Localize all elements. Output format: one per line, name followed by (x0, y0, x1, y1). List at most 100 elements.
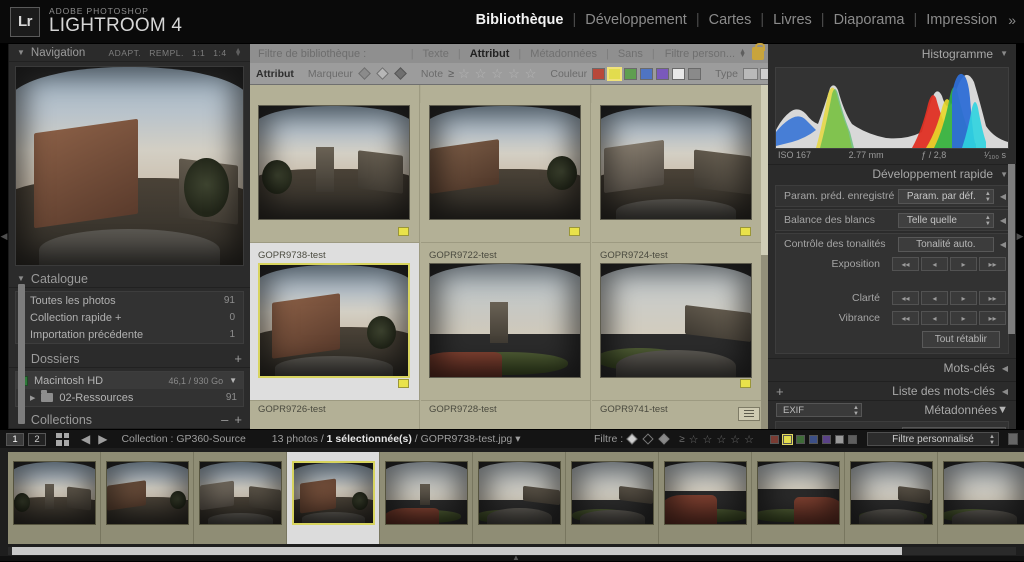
grid-cell[interactable] (250, 85, 420, 243)
color-swatch-blue[interactable] (640, 67, 654, 80)
chevron-left-icon[interactable]: ◀ (1002, 364, 1008, 373)
preset-row[interactable]: Param. préd. enregistré Param. par déf. … (776, 186, 1008, 206)
exposure-big-right-button[interactable]: ▸▸ (979, 257, 1006, 271)
chevron-left-icon[interactable]: ◀ (1000, 216, 1006, 225)
vibrance-left-button[interactable]: ◂ (921, 311, 948, 325)
folder-row[interactable]: ▶ 02-Ressources 91 (16, 389, 243, 406)
catalogue-row-all-photos[interactable]: Toutes les photos 91 (16, 292, 243, 309)
zoom-stepper-icon[interactable]: ▲ ▼ (235, 47, 242, 58)
metadata-panel-header[interactable]: EXIF ▲ ▼ Métadonnées ▼ (768, 400, 1016, 419)
filmstrip-thumbnail[interactable] (757, 461, 840, 525)
stepper-icon[interactable]: ▲▼ (985, 215, 991, 227)
thumbnail[interactable] (600, 263, 752, 378)
remove-collection-icon[interactable]: – (221, 413, 234, 426)
navigator-preview[interactable] (15, 66, 244, 266)
white-balance-row[interactable]: Balance des blancs Telle quelle ▲ ▼ ◀ (776, 210, 1008, 230)
grid-cell-selected[interactable]: GOPR9738-test (250, 243, 420, 401)
exposure-big-left-button[interactable]: ◂◂ (892, 257, 919, 271)
star-icon[interactable]: ☆ (716, 433, 726, 446)
toolbar-flag-picked-icon[interactable] (626, 432, 639, 445)
star-icon[interactable]: ☆ (525, 67, 537, 80)
chevron-right-icon[interactable]: ▶ (30, 394, 35, 402)
filmstrip-thumbnail[interactable] (664, 461, 747, 525)
module-cartes[interactable]: Cartes (700, 12, 761, 28)
module-livres[interactable]: Livres (764, 12, 821, 28)
filmstrip-thumbnail[interactable] (106, 461, 189, 525)
toolbar-rating-operator[interactable]: ≥ (675, 434, 685, 445)
module-diaporama[interactable]: Diaporama (825, 12, 914, 28)
toolbar-color-blue[interactable] (809, 434, 818, 444)
star-icon[interactable]: ☆ (458, 67, 470, 80)
grid-scrollbar[interactable] (761, 85, 768, 429)
back-arrow-icon[interactable]: ◀ (77, 432, 94, 446)
star-icon[interactable]: ☆ (744, 433, 754, 446)
module-picker[interactable]: Bibliothèque | Développement | Cartes | … (467, 12, 1016, 28)
grid-cell[interactable] (421, 85, 591, 243)
toolbar-flag-unflagged-icon[interactable] (642, 432, 655, 445)
toolbar-flag-rejected-icon[interactable] (658, 432, 671, 445)
left-panel-collapse-icon[interactable]: ◀ (0, 44, 8, 429)
filmstrip-thumbnail[interactable] (478, 461, 561, 525)
color-swatches[interactable] (592, 66, 702, 81)
module-developpement[interactable]: Développement (576, 12, 696, 28)
filmstrip-thumbnail[interactable] (943, 461, 1024, 525)
grid-view-options-icon[interactable] (738, 407, 760, 421)
color-swatch-green[interactable] (624, 67, 638, 80)
toolbar-color-gray[interactable] (848, 434, 857, 444)
filmstrip-thumbnail[interactable] (571, 461, 654, 525)
chevron-left-icon[interactable]: ◀ (1000, 240, 1006, 249)
folder-volume-row[interactable]: Macintosh HD 46,1 / 930 Go ▼ (16, 372, 243, 389)
add-collection-icon[interactable]: + (234, 413, 242, 426)
type-master-photo-icon[interactable] (742, 67, 758, 80)
histogram-panel-header[interactable]: Histogramme ▼ (768, 44, 1016, 63)
clarity-nudge-group[interactable]: ◂◂ ◂ ▸ ▸▸ (892, 291, 1006, 305)
catalogue-panel-header[interactable]: ▼ Catalogue (9, 270, 250, 288)
custom-filter-select[interactable]: Filtre personnalisé ▲ ▼ (867, 432, 999, 446)
chevron-down-icon[interactable]: ▼ (229, 376, 237, 385)
filter-tab-attribut[interactable]: Attribut (461, 48, 519, 60)
grid-cell[interactable]: GOPR9728-test (421, 401, 591, 429)
left-panel-scrollbar[interactable] (18, 284, 25, 424)
catalogue-row-previous-import[interactable]: Importation précédente 1 (16, 326, 243, 343)
filmstrip-item[interactable] (101, 452, 194, 544)
clarity-left-button[interactable]: ◂ (921, 291, 948, 305)
grid-cell[interactable]: GOPR9722-test (421, 243, 591, 401)
star-icon[interactable]: ☆ (475, 67, 487, 80)
filmstrip-item[interactable] (380, 452, 473, 544)
filmstrip-item[interactable] (938, 452, 1024, 544)
filmstrip-item[interactable] (8, 452, 101, 544)
module-bibliotheque[interactable]: Bibliothèque (467, 12, 573, 28)
view-button-1[interactable]: 1 (6, 432, 24, 446)
chevron-left-icon[interactable]: ◀ (1002, 387, 1008, 396)
grid-cell[interactable]: GOPR9726-test (250, 401, 420, 429)
stepper-icon[interactable]: ▲▼ (739, 48, 746, 59)
right-panel-collapse-icon[interactable]: ▶ (1016, 44, 1024, 429)
auto-tone-button[interactable]: Tonalité auto. (897, 236, 994, 252)
add-folder-icon[interactable]: + (234, 352, 242, 365)
stepper-icon[interactable]: ▲▼ (853, 405, 859, 417)
thumbnail[interactable] (258, 263, 410, 378)
chevron-down-icon[interactable]: ▼ (997, 404, 1008, 416)
grid-cell[interactable]: GOPR9724-test (592, 243, 762, 401)
filmstrip-item[interactable] (473, 452, 566, 544)
reset-all-button[interactable]: Tout rétablir (921, 331, 1000, 348)
flag-picked-icon[interactable] (357, 66, 371, 80)
filmstrip-thumbnail[interactable] (199, 461, 282, 525)
filmstrip-item[interactable] (659, 452, 752, 544)
rating-operator[interactable]: ≥ (448, 68, 454, 80)
toolbar-color-purple[interactable] (822, 434, 831, 444)
chevron-down-icon[interactable]: ▼ (17, 48, 25, 57)
module-impression[interactable]: Impression (917, 12, 1006, 28)
thumbnail[interactable] (600, 105, 752, 220)
color-swatch-purple[interactable] (656, 67, 670, 80)
chevron-left-icon[interactable]: ◀ (1000, 192, 1006, 201)
filter-tab-sans[interactable]: Sans (609, 48, 652, 60)
star-icon[interactable]: ☆ (730, 433, 740, 446)
filmstrip-thumbnail[interactable] (385, 461, 468, 525)
toolbar-color-green[interactable] (796, 434, 805, 444)
filmstrip-scrollbar[interactable] (12, 547, 902, 555)
filter-tab-metadonnees[interactable]: Métadonnées (521, 48, 606, 60)
lock-icon[interactable] (752, 43, 765, 60)
grid-cell[interactable]: GOPR9741-test (592, 401, 762, 429)
filmstrip[interactable] (0, 448, 1024, 561)
